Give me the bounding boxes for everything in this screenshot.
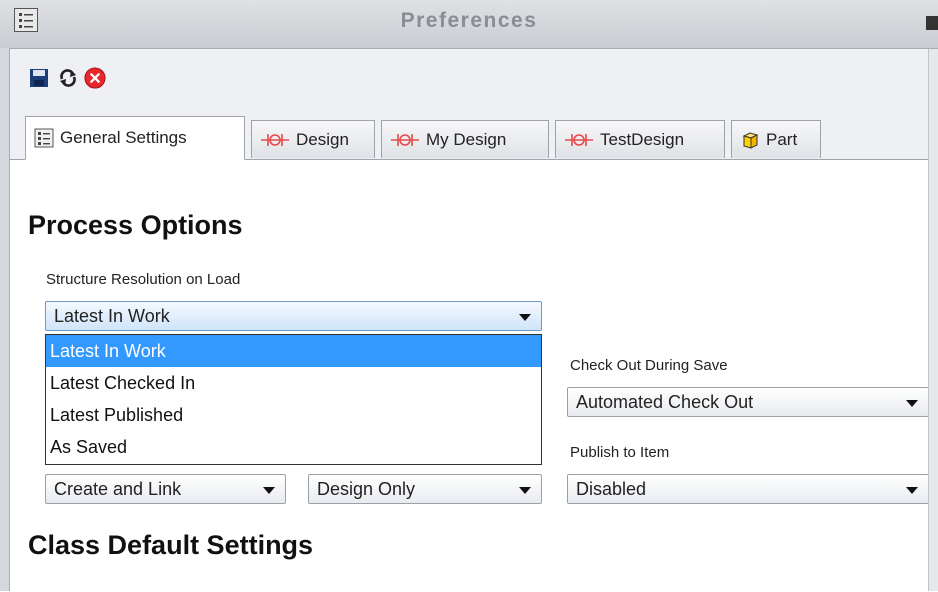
- structure-resolution-select[interactable]: Latest In Work: [45, 301, 542, 331]
- check-out-select[interactable]: Automated Check Out: [567, 387, 929, 417]
- tab-part[interactable]: Part: [731, 120, 821, 158]
- list-settings-icon: [34, 128, 54, 148]
- close-icon[interactable]: [84, 67, 106, 89]
- link-mode-select[interactable]: Create and Link: [45, 474, 286, 504]
- section-heading-process-options: Process Options: [28, 210, 243, 240]
- minimize-icon[interactable]: [926, 16, 938, 30]
- section-heading-class-default-settings: Class Default Settings: [28, 530, 314, 560]
- part-cube-icon: [740, 130, 760, 150]
- structure-resolution-dropdown: Latest In Work Latest Checked In Latest …: [45, 334, 542, 465]
- chevron-down-icon: [519, 487, 531, 494]
- design-component-icon: [564, 131, 594, 149]
- structure-resolution-label: Structure Resolution on Load: [46, 271, 241, 288]
- check-out-label: Check Out During Save: [570, 357, 728, 374]
- design-component-icon: [260, 131, 290, 149]
- window-frame-left: [0, 48, 10, 591]
- dropdown-option[interactable]: Latest Checked In: [46, 367, 541, 399]
- select-value: Design Only: [317, 478, 416, 499]
- tab-my-design[interactable]: My Design: [381, 120, 549, 158]
- dropdown-option[interactable]: Latest Published: [46, 399, 541, 431]
- select-value: Create and Link: [54, 478, 182, 499]
- chevron-down-icon: [263, 487, 275, 494]
- chevron-down-icon: [906, 487, 918, 494]
- publish-select[interactable]: Disabled: [567, 474, 929, 504]
- tab-label: My Design: [426, 129, 507, 149]
- dropdown-option[interactable]: Latest In Work: [46, 335, 541, 367]
- tab-design[interactable]: Design: [251, 120, 375, 158]
- select-value: Disabled: [576, 478, 647, 499]
- design-scope-select[interactable]: Design Only: [308, 474, 542, 504]
- tab-label: Part: [766, 129, 798, 149]
- publish-label: Publish to Item: [570, 444, 670, 461]
- refresh-icon[interactable]: [57, 67, 79, 89]
- save-icon[interactable]: [28, 67, 50, 89]
- tab-label: Design: [296, 129, 349, 149]
- tab-general-settings[interactable]: General Settings: [25, 116, 245, 160]
- select-value: Automated Check Out: [576, 391, 754, 412]
- select-value: Latest In Work: [54, 305, 170, 326]
- chevron-down-icon: [519, 314, 531, 321]
- design-component-icon: [390, 131, 420, 149]
- tab-testdesign[interactable]: TestDesign: [555, 120, 725, 158]
- tab-label: TestDesign: [600, 129, 685, 149]
- chevron-down-icon: [906, 400, 918, 407]
- tab-label: General Settings: [60, 128, 187, 147]
- toolbar: [10, 49, 938, 117]
- scrollbar[interactable]: [928, 49, 938, 591]
- dropdown-option[interactable]: As Saved: [46, 431, 541, 463]
- window-title: Preferences: [400, 9, 538, 32]
